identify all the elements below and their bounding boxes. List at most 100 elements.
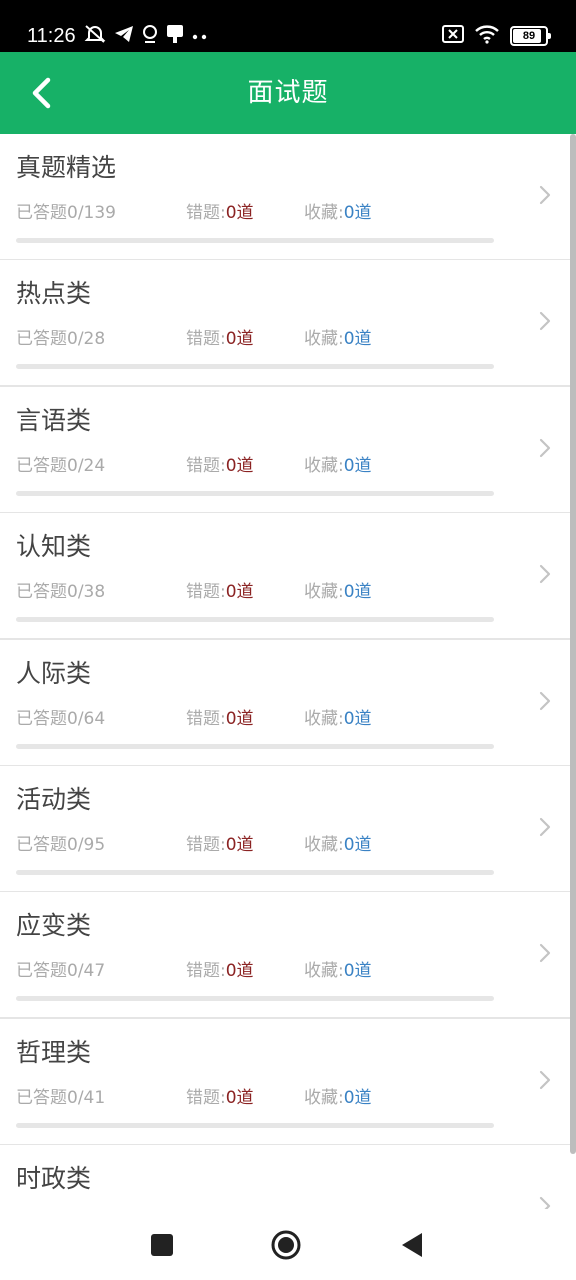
back-icon xyxy=(402,1233,422,1257)
favorite-value: 0道 xyxy=(343,203,372,223)
category-title: 时政类 xyxy=(16,1164,92,1194)
category-title: 活动类 xyxy=(16,785,92,814)
location-icon xyxy=(142,24,158,49)
favorite-count: 收藏:0道 xyxy=(304,1087,372,1109)
wrong-value: 0道 xyxy=(225,708,254,729)
answered-value: 0/38 xyxy=(67,582,106,603)
battery-icon: 89 xyxy=(510,26,551,46)
wrong-value: 0道 xyxy=(225,455,254,476)
answered-count: 已答题0/95 xyxy=(16,834,105,856)
wrong-value: 0道 xyxy=(225,329,254,350)
category-title: 真题精选 xyxy=(16,153,117,182)
wrong-label: 错题: xyxy=(186,1087,226,1108)
wrong-value: 0道 xyxy=(225,1087,254,1108)
answered-count: 已答题0/64 xyxy=(16,708,105,730)
wrong-label: 错题: xyxy=(186,835,226,855)
favorite-value: 0道 xyxy=(343,582,372,603)
wrong-label: 错题: xyxy=(186,203,226,223)
favorite-count: 收藏:0道 xyxy=(304,708,372,730)
favorite-label: 收藏: xyxy=(304,961,344,982)
wrong-count: 错题:0道 xyxy=(186,1087,254,1109)
wrong-value: 0道 xyxy=(225,582,254,603)
back-nav-button[interactable] xyxy=(396,1229,428,1261)
progress-bar xyxy=(16,870,494,875)
favorite-label: 收藏: xyxy=(304,582,344,603)
progress-bar xyxy=(16,238,494,243)
favorite-value: 0道 xyxy=(343,1087,372,1108)
home-icon xyxy=(271,1230,301,1260)
answered-label: 已答题 xyxy=(16,329,67,350)
category-item[interactable]: 热点类 已答题0/28 错题:0道 收藏:0道 xyxy=(0,260,570,388)
answered-label: 已答题 xyxy=(16,961,67,982)
answered-label: 已答题 xyxy=(16,835,67,855)
chevron-right-icon xyxy=(539,185,551,205)
category-item[interactable]: 活动类 已答题0/95 错题:0道 收藏:0道 xyxy=(0,766,570,893)
category-item[interactable]: 认知类 已答题0/38 错题:0道 收藏:0道 xyxy=(0,513,570,641)
chevron-right-icon xyxy=(539,438,551,457)
progress-bar xyxy=(16,743,494,749)
favorite-count: 收藏:0道 xyxy=(304,960,372,982)
wrong-label: 错题: xyxy=(186,582,226,603)
wrong-count: 错题:0道 xyxy=(186,455,254,477)
category-title: 认知类 xyxy=(16,532,92,562)
favorite-count: 收藏:0道 xyxy=(304,455,372,477)
chevron-right-icon xyxy=(539,1070,551,1089)
favorite-label: 收藏: xyxy=(304,203,344,223)
wrong-value: 0道 xyxy=(225,961,254,982)
telegram-icon xyxy=(114,25,134,48)
category-item[interactable]: 应变类 已答题0/47 错题:0道 收藏:0道 xyxy=(0,892,570,1020)
answered-label: 已答题 xyxy=(16,1087,67,1108)
answered-value: 0/64 xyxy=(67,708,106,729)
answered-label: 已答题 xyxy=(16,203,67,223)
category-title: 人际类 xyxy=(16,658,92,688)
mute-icon xyxy=(84,24,106,49)
progress-bar xyxy=(16,364,494,370)
recent-apps-button[interactable] xyxy=(146,1229,178,1261)
wrong-count: 错题:0道 xyxy=(186,581,254,603)
category-item[interactable]: 时政类 xyxy=(0,1145,570,1209)
answered-label: 已答题 xyxy=(16,582,67,603)
category-item[interactable]: 真题精选 已答题0/139 错题:0道 收藏:0道 xyxy=(0,134,570,261)
answered-value: 0/24 xyxy=(67,455,106,476)
progress-bar xyxy=(16,617,494,623)
status-icons-left xyxy=(84,22,208,50)
wrong-count: 错题:0道 xyxy=(186,202,254,224)
favorite-value: 0道 xyxy=(343,835,372,855)
answered-value: 0/95 xyxy=(67,835,106,855)
wrong-count: 错题:0道 xyxy=(186,708,254,730)
chevron-right-icon xyxy=(539,944,551,963)
answered-count: 已答题0/139 xyxy=(16,202,116,224)
category-title: 哲理类 xyxy=(16,1037,92,1067)
answered-value: 0/41 xyxy=(67,1087,106,1108)
wrong-label: 错题: xyxy=(186,329,226,350)
status-time: 11:26 xyxy=(27,25,76,47)
chevron-right-icon xyxy=(539,565,551,584)
category-title: 言语类 xyxy=(16,405,92,435)
wrong-value: 0道 xyxy=(225,203,254,223)
category-list[interactable]: 真题精选 已答题0/139 错题:0道 收藏:0道 热点类 已答题0/28 错题:0道 收藏:… xyxy=(0,134,576,1209)
answered-value: 0/139 xyxy=(67,203,116,223)
app-header: 面试题 xyxy=(0,52,576,134)
chevron-right-icon xyxy=(539,312,551,331)
favorite-count: 收藏:0道 xyxy=(304,202,372,224)
wrong-count: 错题:0道 xyxy=(186,834,254,856)
category-title: 应变类 xyxy=(16,911,92,941)
category-item[interactable]: 言语类 已答题0/24 错题:0道 收藏:0道 xyxy=(0,386,570,514)
home-button[interactable] xyxy=(270,1229,302,1261)
chevron-right-icon xyxy=(539,1197,551,1209)
favorite-label: 收藏: xyxy=(304,455,344,476)
favorite-label: 收藏: xyxy=(304,835,344,855)
answered-label: 已答题 xyxy=(16,455,67,476)
answered-count: 已答题0/28 xyxy=(16,328,105,350)
wrong-count: 错题:0道 xyxy=(186,960,254,982)
favorite-count: 收藏:0道 xyxy=(304,834,372,856)
category-item[interactable]: 哲理类 已答题0/41 错题:0道 收藏:0道 xyxy=(0,1018,570,1146)
wrong-label: 错题: xyxy=(186,455,226,476)
answered-label: 已答题 xyxy=(16,708,67,729)
category-item[interactable]: 人际类已答题0/64 错题:0道 收藏:0道 xyxy=(0,639,570,767)
scrollbar[interactable] xyxy=(570,134,576,1154)
favorite-value: 0道 xyxy=(343,329,372,350)
favorite-value: 0道 xyxy=(343,961,372,982)
answered-count: 已答题0/47 xyxy=(16,960,105,982)
no-sim-icon xyxy=(442,24,464,48)
